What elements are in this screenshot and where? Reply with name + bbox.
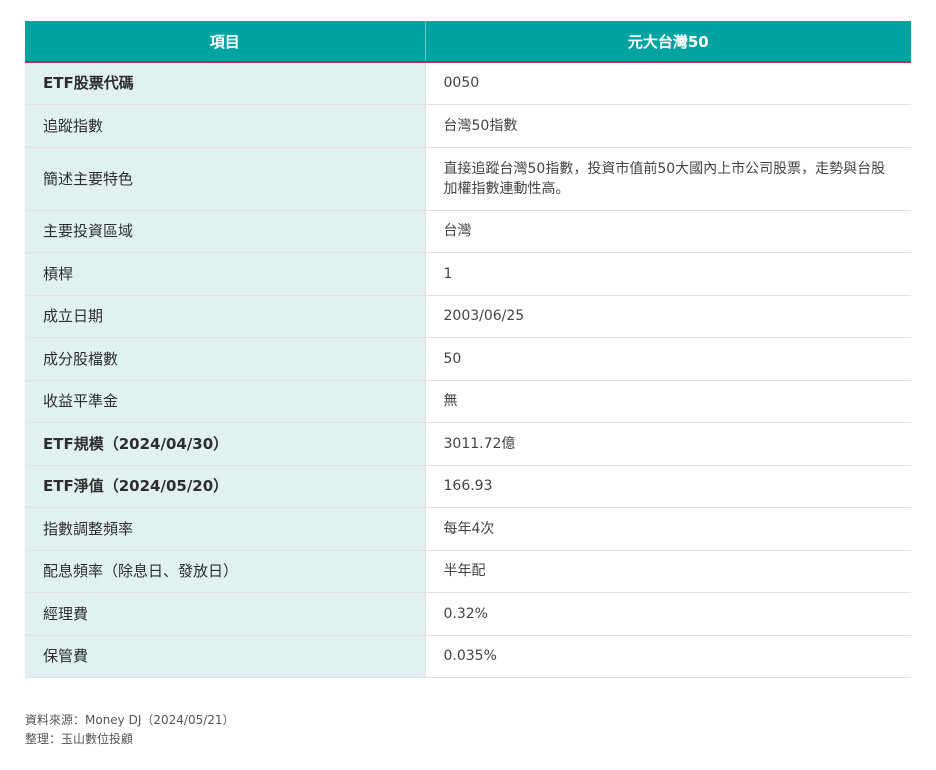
etf-info-table: 項目 元大台灣50 ETF股票代碼 0050 追蹤指數 台灣50指數 簡述主要特… bbox=[25, 21, 911, 678]
table-row: 指數調整頻率 每年4次 bbox=[25, 507, 911, 551]
row-label: 簡述主要特色 bbox=[25, 147, 426, 211]
table-row: ETF規模（2024/04/30） 3011.72億 bbox=[25, 422, 911, 466]
row-label: 成分股檔數 bbox=[25, 337, 426, 381]
row-value: 半年配 bbox=[425, 550, 911, 593]
compiled-by-text: 整理：玉山數位投顧 bbox=[25, 732, 134, 746]
row-value: 0050 bbox=[425, 62, 911, 105]
header-item: 項目 bbox=[25, 21, 426, 63]
table-row: 成分股檔數 50 bbox=[25, 337, 911, 381]
row-label: 成立日期 bbox=[25, 295, 426, 338]
table-header-row: 項目 元大台灣50 bbox=[25, 21, 911, 63]
row-label: 收益平準金 bbox=[25, 380, 426, 423]
row-value: 台灣50指數 bbox=[425, 104, 911, 148]
row-label: ETF淨值（2024/05/20） bbox=[25, 465, 426, 508]
table-row: 配息頻率（除息日、發放日） 半年配 bbox=[25, 550, 911, 593]
header-fund-name: 元大台灣50 bbox=[425, 21, 911, 63]
row-value: 0.32% bbox=[425, 592, 911, 636]
table-row: ETF淨值（2024/05/20） 166.93 bbox=[25, 465, 911, 508]
row-value: 1 bbox=[425, 252, 911, 296]
row-label: 槓桿 bbox=[25, 252, 426, 296]
table-row: 簡述主要特色 直接追蹤台灣50指數，投資市值前50大國內上市公司股票，走勢與台股… bbox=[25, 147, 911, 211]
row-value: 台灣 bbox=[425, 210, 911, 253]
table-row: 經理費 0.32% bbox=[25, 592, 911, 636]
row-label: 經理費 bbox=[25, 592, 426, 636]
row-label: 保管費 bbox=[25, 635, 426, 678]
row-value: 每年4次 bbox=[425, 507, 911, 551]
table-row: 收益平準金 無 bbox=[25, 380, 911, 423]
row-label: 配息頻率（除息日、發放日） bbox=[25, 550, 426, 593]
row-label: 追蹤指數 bbox=[25, 104, 426, 148]
row-label: 主要投資區域 bbox=[25, 210, 426, 253]
etf-info-table-container: 項目 元大台灣50 ETF股票代碼 0050 追蹤指數 台灣50指數 簡述主要特… bbox=[25, 21, 911, 678]
row-label: 指數調整頻率 bbox=[25, 507, 426, 551]
row-label: ETF規模（2024/04/30） bbox=[25, 422, 426, 466]
row-value: 50 bbox=[425, 337, 911, 381]
source-note: 資料來源：Money DJ（2024/05/21） 整理：玉山數位投顧 bbox=[25, 711, 235, 749]
table-row: ETF股票代碼 0050 bbox=[25, 62, 911, 105]
row-value: 0.035% bbox=[425, 635, 911, 678]
table-row: 槓桿 1 bbox=[25, 252, 911, 296]
table-row: 追蹤指數 台灣50指數 bbox=[25, 104, 911, 148]
data-source-text: 資料來源：Money DJ（2024/05/21） bbox=[25, 713, 235, 727]
row-value: 直接追蹤台灣50指數，投資市值前50大國內上市公司股票，走勢與台股加權指數連動性… bbox=[425, 147, 911, 211]
row-value: 2003/06/25 bbox=[425, 295, 911, 338]
row-value: 166.93 bbox=[425, 465, 911, 508]
row-value: 3011.72億 bbox=[425, 422, 911, 466]
row-value: 無 bbox=[425, 380, 911, 423]
table-row: 成立日期 2003/06/25 bbox=[25, 295, 911, 338]
table-row: 保管費 0.035% bbox=[25, 635, 911, 678]
row-label: ETF股票代碼 bbox=[25, 62, 426, 105]
table-row: 主要投資區域 台灣 bbox=[25, 210, 911, 253]
